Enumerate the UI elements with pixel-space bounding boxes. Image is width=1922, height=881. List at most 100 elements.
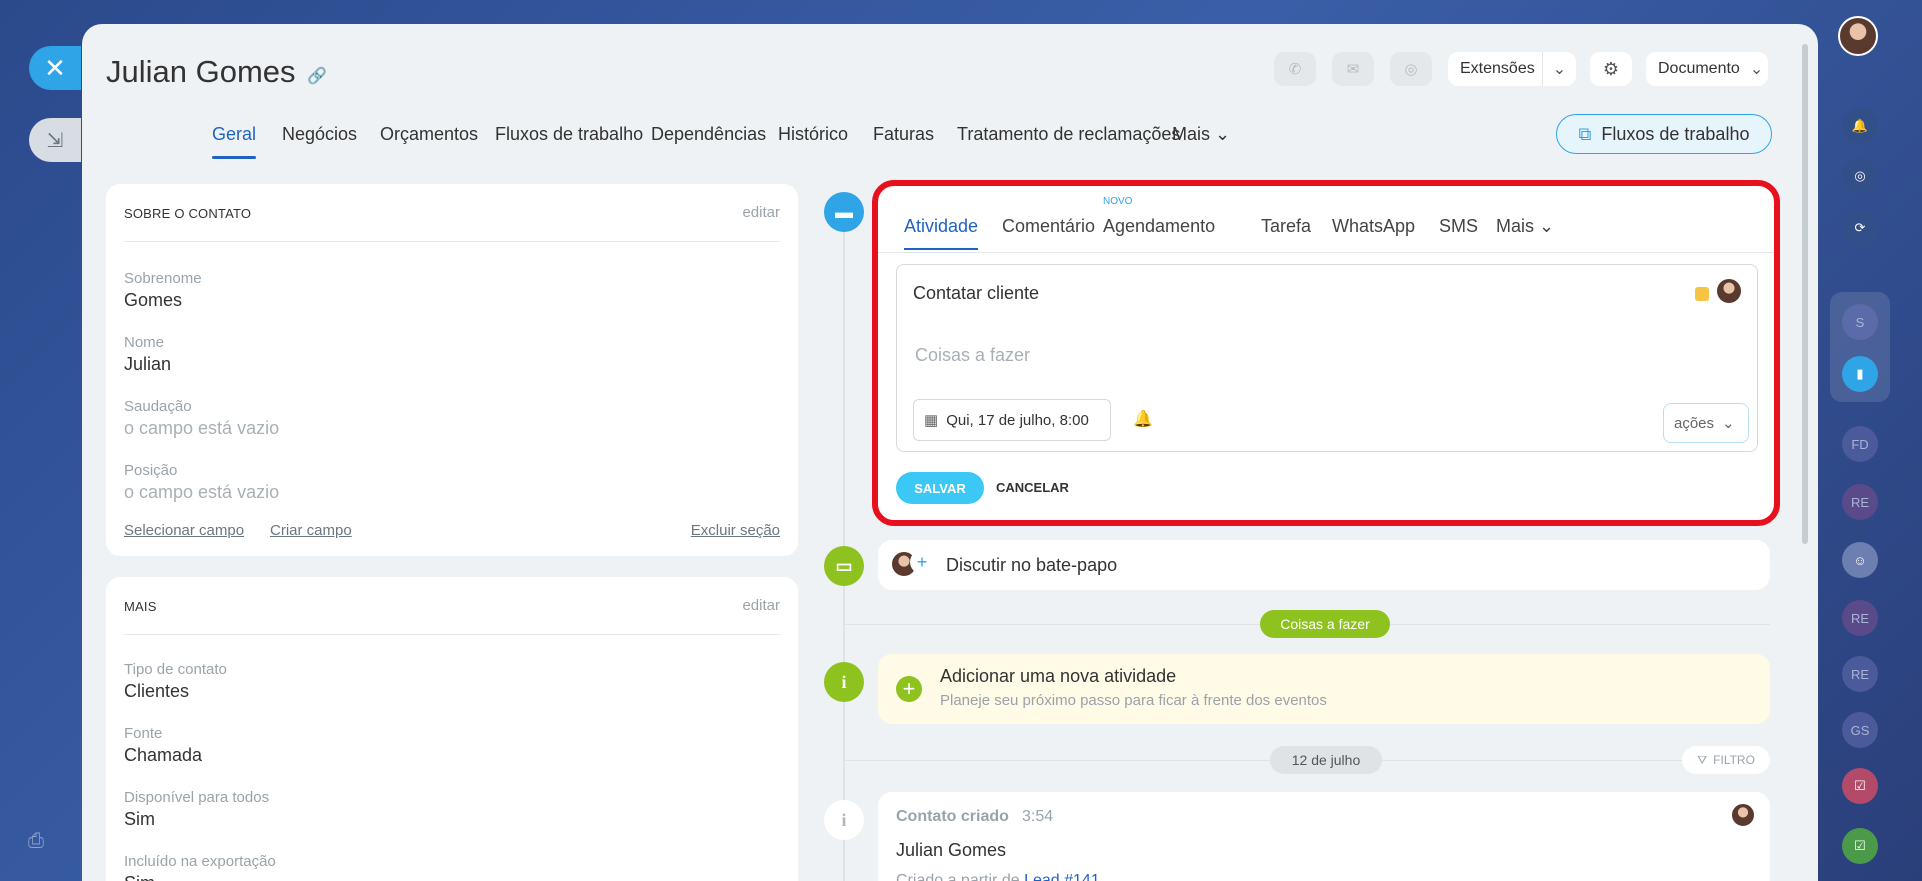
- created-extra-prefix: Criado a partir de: [896, 872, 1020, 881]
- extensions-label: Extensões: [1460, 60, 1535, 77]
- comment-icon: ▬: [824, 192, 864, 232]
- field-value[interactable]: o campo está vazio: [124, 482, 279, 503]
- link-icon[interactable]: 🔗: [307, 66, 327, 86]
- created-name: Julian Gomes: [896, 840, 1007, 860]
- avatar[interactable]: RE: [1842, 600, 1878, 636]
- subject-input[interactable]: Contatar cliente: [913, 283, 1039, 304]
- field-value[interactable]: Julian: [124, 354, 171, 375]
- bookmark-icon[interactable]: ▮: [1842, 356, 1878, 392]
- edit-link[interactable]: editar: [742, 204, 780, 221]
- editor-tab-whatsapp[interactable]: WhatsApp: [1332, 216, 1415, 237]
- editor-tab-tarefa[interactable]: Tarefa: [1261, 216, 1311, 237]
- divider: [124, 634, 780, 635]
- editor-tab-agendamento[interactable]: Agendamento: [1103, 216, 1215, 237]
- workflow-icon: ⧉: [1578, 123, 1592, 144]
- edit-link[interactable]: editar: [742, 597, 780, 614]
- call-button[interactable]: ✆: [1274, 52, 1316, 86]
- editor-tab-sms[interactable]: SMS: [1439, 216, 1478, 237]
- tab-orcamentos[interactable]: Orçamentos: [380, 124, 478, 145]
- task-icon[interactable]: ☑: [1842, 768, 1878, 804]
- avatar[interactable]: ☺: [1842, 542, 1878, 578]
- editor-tab-atividade[interactable]: Atividade: [904, 216, 979, 250]
- chevron-down-icon: ⌄: [1749, 61, 1764, 78]
- field-label: Nome: [124, 334, 165, 351]
- chat-row[interactable]: + Discutir no bate-papo: [878, 540, 1770, 590]
- bell-icon[interactable]: 🔔: [1133, 409, 1153, 429]
- minimize-button[interactable]: ⇲: [29, 118, 81, 162]
- avatar[interactable]: FD: [1842, 426, 1878, 462]
- actions-label: ações: [1674, 414, 1715, 432]
- tab-fluxos[interactable]: Fluxos de trabalho: [495, 124, 643, 145]
- section-tabs: Geral Negócios Orçamentos Fluxos de trab…: [106, 124, 1806, 184]
- chat-button[interactable]: ◎: [1390, 52, 1432, 86]
- save-button[interactable]: SALVAR: [896, 472, 984, 504]
- avatar[interactable]: [1715, 277, 1743, 305]
- avatar: [1730, 802, 1756, 828]
- chevron-down-icon[interactable]: ⌄: [1542, 52, 1576, 86]
- sync-icon[interactable]: ⟳: [1842, 210, 1878, 246]
- scrollbar[interactable]: [1802, 44, 1808, 544]
- tab-faturas[interactable]: Faturas: [873, 124, 934, 145]
- target-icon[interactable]: ◎: [1842, 158, 1878, 194]
- field-value[interactable]: Gomes: [124, 290, 182, 311]
- tab-geral[interactable]: Geral: [212, 124, 257, 159]
- lead-link[interactable]: Lead #141: [1024, 872, 1100, 881]
- editor-tab-mais[interactable]: Mais ⌄: [1496, 216, 1554, 237]
- plus-icon[interactable]: +: [910, 550, 934, 574]
- avatar[interactable]: RE: [1842, 484, 1878, 520]
- bell-icon[interactable]: 🔔: [1842, 108, 1878, 144]
- tab-mais-label: Mais: [1172, 124, 1211, 144]
- phone-icon: ✆: [1288, 61, 1302, 78]
- avatar[interactable]: GS: [1842, 712, 1878, 748]
- extensions-dropdown[interactable]: Extensões ⌄: [1448, 52, 1576, 86]
- user-avatar[interactable]: [1838, 16, 1878, 56]
- field-label: Disponível para todos: [124, 789, 270, 806]
- create-field-link[interactable]: Criar campo: [270, 522, 352, 539]
- select-field-link[interactable]: Selecionar campo: [124, 522, 244, 539]
- document-dropdown[interactable]: Documento ⌄: [1646, 52, 1768, 86]
- editor-tab-comentario[interactable]: Comentário: [1002, 216, 1095, 237]
- section-title: SOBRE O CONTATO: [124, 206, 252, 221]
- divider: [878, 252, 1774, 253]
- avatar[interactable]: S: [1842, 304, 1878, 340]
- new-badge: NOVO: [1103, 196, 1133, 207]
- chat-icon: ◎: [1404, 61, 1418, 78]
- calendar-icon: ▦: [924, 412, 939, 429]
- field-value[interactable]: o campo está vazio: [124, 418, 279, 439]
- workflows-button[interactable]: ⧉ Fluxos de trabalho: [1556, 114, 1772, 154]
- page-title: Julian Gomes: [106, 54, 296, 89]
- cancel-button[interactable]: CANCELAR: [996, 480, 1069, 495]
- tab-mais[interactable]: Mais ⌄: [1172, 124, 1230, 145]
- todo-textarea[interactable]: Coisas a fazer: [915, 345, 1030, 366]
- task-done-icon[interactable]: ☑: [1842, 828, 1878, 864]
- field-value[interactable]: Clientes: [124, 681, 189, 702]
- add-icon[interactable]: +: [896, 676, 922, 702]
- add-activity-row[interactable]: + Adicionar uma nova atividade Planeje s…: [878, 654, 1770, 724]
- delete-section-link[interactable]: Excluir seção: [691, 522, 780, 539]
- filter-icon: ⛛: [1697, 752, 1708, 767]
- mail-icon: ✉: [1346, 61, 1360, 78]
- tab-negocios[interactable]: Negócios: [282, 124, 357, 145]
- close-button[interactable]: ✕: [29, 46, 81, 90]
- tab-dependencias[interactable]: Dependências: [651, 124, 766, 145]
- filter-button[interactable]: ⛛ FILTRO: [1682, 746, 1770, 774]
- settings-button[interactable]: ⚙: [1590, 52, 1632, 86]
- print-icon[interactable]: ⎙: [28, 830, 52, 852]
- field-value[interactable]: Chamada: [124, 745, 202, 766]
- minimize-icon: ⇲: [46, 129, 64, 152]
- email-button[interactable]: ✉: [1332, 52, 1374, 86]
- activity-form: Contatar cliente Coisas a fazer ▦ Qui, 1…: [896, 264, 1758, 452]
- tab-reclamacoes[interactable]: Tratamento de reclamações: [957, 124, 1180, 145]
- field-value[interactable]: Sim: [124, 809, 155, 830]
- avatar[interactable]: RE: [1842, 656, 1878, 692]
- actions-dropdown[interactable]: ações ⌄: [1663, 403, 1749, 443]
- todo-pill: Coisas a fazer: [1260, 610, 1390, 638]
- contact-panel: Julian Gomes 🔗 ✆ ✉ ◎ Extensões ⌄ ⚙ Docum…: [82, 24, 1818, 881]
- date-picker[interactable]: ▦ Qui, 17 de julho, 8:00: [913, 399, 1111, 441]
- field-value[interactable]: Sim: [124, 873, 155, 881]
- contact-created-row: Contato criado 3:54 Julian Gomes Criado …: [878, 792, 1770, 881]
- add-activity-subtitle: Planeje seu próximo passo para ficar à f…: [940, 692, 1327, 709]
- tab-historico[interactable]: Histórico: [778, 124, 848, 145]
- color-marker[interactable]: [1695, 287, 1709, 301]
- field-label: Posição: [124, 462, 178, 479]
